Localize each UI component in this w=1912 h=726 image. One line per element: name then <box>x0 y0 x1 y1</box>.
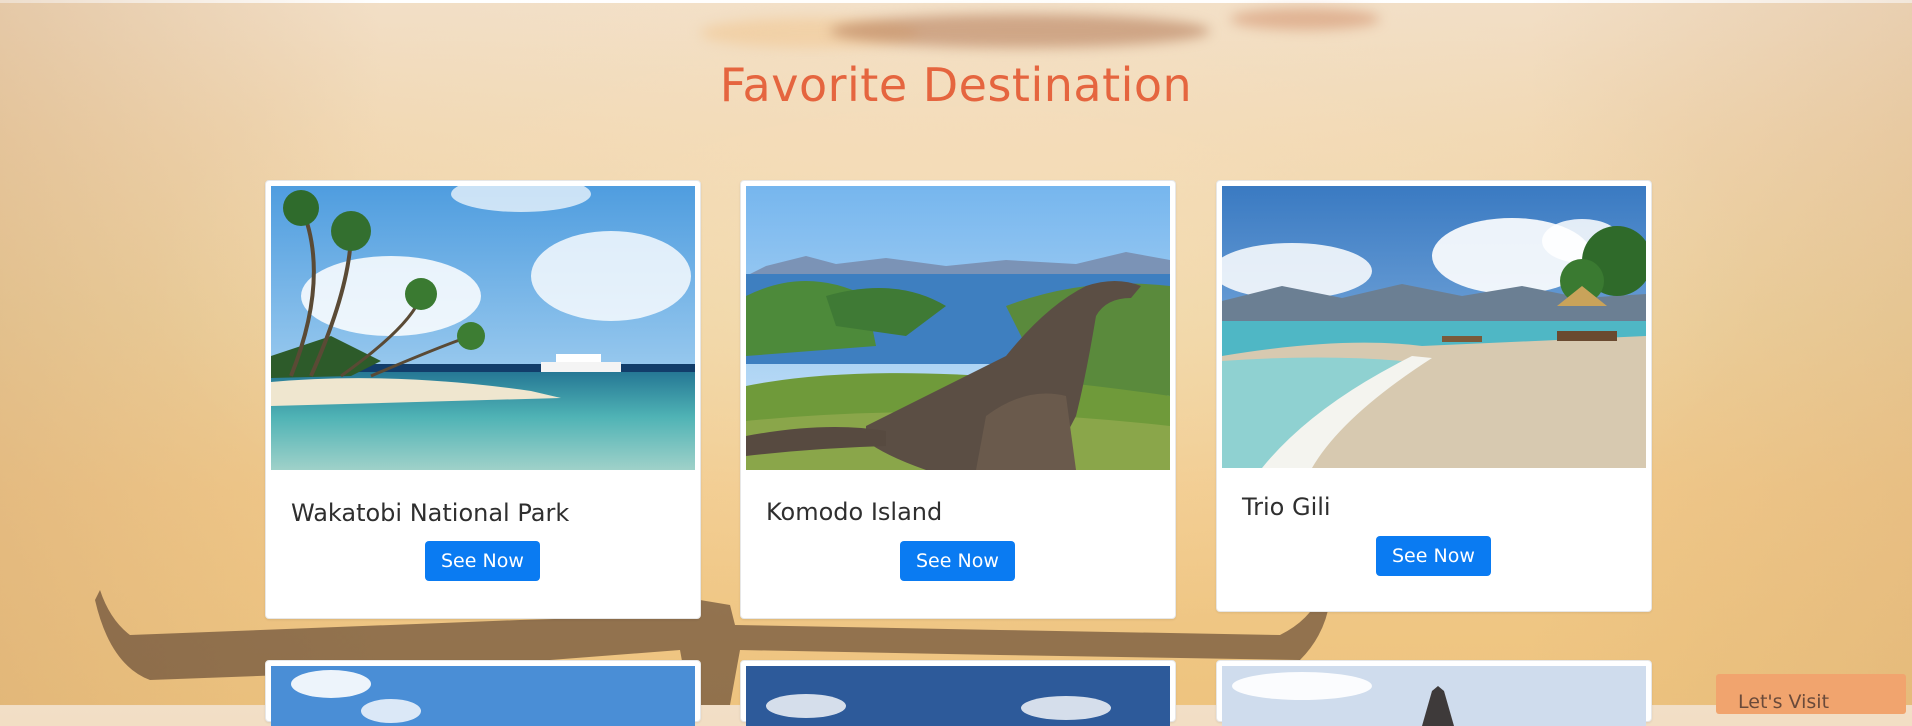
sky-image <box>271 666 695 726</box>
destination-card-partial <box>740 660 1176 726</box>
komodo-dragon-image <box>746 186 1170 470</box>
sky-image <box>746 666 1170 726</box>
destination-photo <box>271 186 695 470</box>
see-now-button[interactable]: See Now <box>900 541 1015 581</box>
destination-photo <box>1222 666 1646 726</box>
destination-card-partial <box>265 660 701 726</box>
destination-photo <box>746 186 1170 470</box>
destination-name: Wakatobi National Park <box>291 499 570 527</box>
destination-photo <box>746 666 1170 726</box>
destination-name: Trio Gili <box>1242 493 1331 521</box>
see-now-button[interactable]: See Now <box>1376 536 1491 576</box>
destination-photo <box>271 666 695 726</box>
beach-palm-image <box>271 186 695 470</box>
destination-card-komodo: Komodo Island See Now <box>740 180 1176 619</box>
lets-visit-button[interactable]: Let's Visit <box>1716 674 1906 714</box>
see-now-button[interactable]: See Now <box>425 541 540 581</box>
destination-card-partial <box>1216 660 1652 726</box>
page-title: Favorite Destination <box>719 58 1193 112</box>
destination-name: Komodo Island <box>766 498 943 526</box>
destination-photo <box>1222 186 1646 468</box>
destination-card-wakatobi: Wakatobi National Park See Now <box>265 180 701 619</box>
destination-card-trio-gili: Trio Gili See Now <box>1216 180 1652 612</box>
gili-beach-image <box>1222 186 1646 468</box>
temple-image <box>1222 666 1646 726</box>
